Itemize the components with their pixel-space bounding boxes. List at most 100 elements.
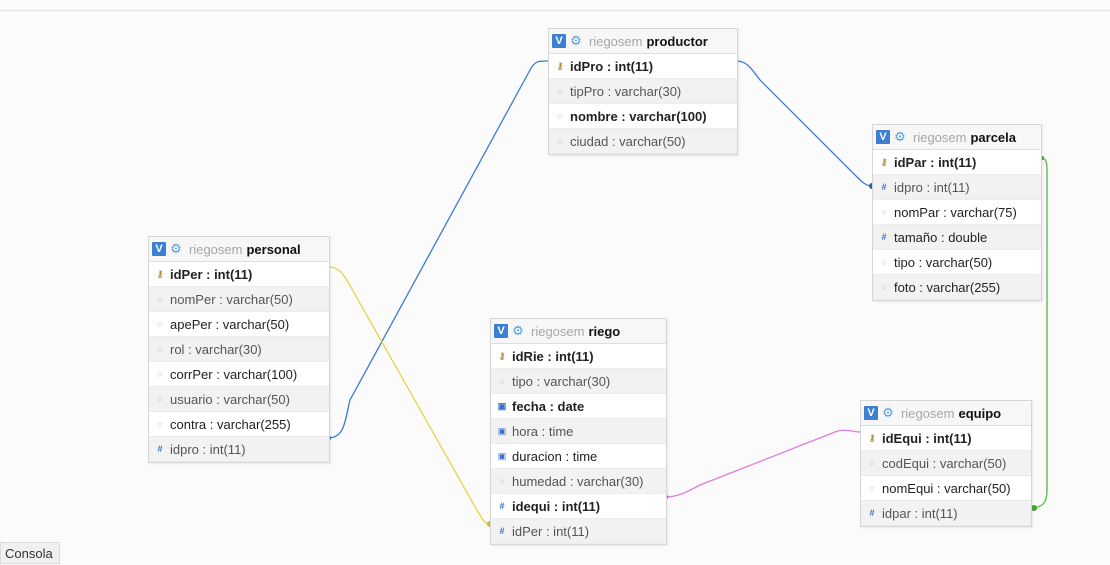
column-row[interactable]: # tamaño : double: [873, 225, 1041, 250]
column-row[interactable]: ○ codEqui : varchar(50): [861, 451, 1031, 476]
column-row[interactable]: ⚷ idPer : int(11): [149, 262, 329, 287]
table-header[interactable]: V ⚙ riegosem personal: [149, 237, 329, 262]
date-icon: ▣: [497, 400, 507, 411]
column-row[interactable]: ○ tipPro : varchar(30): [549, 79, 737, 104]
index-icon: #: [881, 182, 887, 192]
column-row[interactable]: ⚷ idPro : int(11): [549, 54, 737, 79]
column-row[interactable]: ○ usuario : varchar(50): [149, 387, 329, 412]
date-icon: ▣: [497, 425, 507, 436]
gear-icon[interactable]: ⚙: [893, 129, 907, 144]
column-icon: ○: [157, 319, 163, 329]
toggle-columns-button[interactable]: V: [876, 130, 890, 144]
column-row[interactable]: ○ nomEqui : varchar(50): [861, 476, 1031, 501]
column-row[interactable]: ⚷ idPar : int(11): [873, 150, 1041, 175]
database-name: riegosem: [901, 405, 955, 421]
table-name: personal: [246, 241, 301, 257]
column-label: nomPar : varchar(75): [894, 204, 1017, 220]
column-icon: ○: [881, 207, 887, 217]
column-row[interactable]: ⚷ idEqui : int(11): [861, 426, 1031, 451]
column-icon: ○: [499, 476, 505, 486]
index-icon: #: [499, 526, 505, 536]
column-icon: ○: [557, 111, 563, 121]
gear-icon[interactable]: ⚙: [169, 241, 183, 256]
table-name: parcela: [970, 129, 1017, 145]
table-header[interactable]: V ⚙ riegosem parcela: [873, 125, 1041, 150]
key-icon: ⚷: [880, 156, 888, 167]
column-icon: ○: [881, 282, 887, 292]
column-icon: ○: [557, 136, 563, 146]
console-tab[interactable]: Consola: [0, 542, 60, 564]
column-label: idPar : int(11): [894, 154, 977, 170]
column-icon: ○: [157, 369, 163, 379]
column-row[interactable]: ○ humedad : varchar(30): [491, 469, 666, 494]
column-icon: ○: [157, 394, 163, 404]
column-label: idPer : int(11): [512, 523, 590, 539]
column-icon: ○: [499, 376, 505, 386]
column-row[interactable]: # idpro : int(11): [873, 175, 1041, 200]
column-label: ciudad : varchar(50): [570, 133, 686, 149]
column-label: nomPer : varchar(50): [170, 291, 293, 307]
database-name: riegosem: [589, 33, 643, 49]
column-label: idPer : int(11): [170, 266, 253, 282]
table-header[interactable]: V ⚙ riegosem productor: [549, 29, 737, 54]
column-row[interactable]: ○ ciudad : varchar(50): [549, 129, 737, 154]
column-row[interactable]: ▣ duracion : time: [491, 444, 666, 469]
column-row[interactable]: # idequi : int(11): [491, 494, 666, 519]
column-row[interactable]: ○ foto : varchar(255): [873, 275, 1041, 300]
column-row[interactable]: ○ nomPar : varchar(75): [873, 200, 1041, 225]
toggle-columns-button[interactable]: V: [552, 34, 566, 48]
key-icon: ⚷: [498, 350, 506, 361]
column-row[interactable]: ○ corrPer : varchar(100): [149, 362, 329, 387]
column-label: hora : time: [512, 423, 574, 439]
column-row[interactable]: ○ apePer : varchar(50): [149, 312, 329, 337]
column-icon: ○: [557, 86, 563, 96]
gear-icon[interactable]: ⚙: [511, 323, 525, 338]
column-row[interactable]: ○ tipo : varchar(30): [491, 369, 666, 394]
table-header[interactable]: V ⚙ riegosem equipo: [861, 401, 1031, 426]
database-name: riegosem: [913, 129, 967, 145]
toggle-columns-button[interactable]: V: [864, 406, 878, 420]
column-label: humedad : varchar(30): [512, 473, 644, 489]
toggle-columns-button[interactable]: V: [152, 242, 166, 256]
column-icon: ○: [157, 344, 163, 354]
column-row[interactable]: ○ nombre : varchar(100): [549, 104, 737, 129]
table-header[interactable]: V ⚙ riegosem riego: [491, 319, 666, 344]
column-row[interactable]: # idpro : int(11): [149, 437, 329, 462]
column-row[interactable]: ○ contra : varchar(255): [149, 412, 329, 437]
top-divider: [0, 10, 1110, 11]
key-icon: ⚷: [156, 268, 164, 279]
column-row[interactable]: ○ rol : varchar(30): [149, 337, 329, 362]
column-row[interactable]: ○ nomPer : varchar(50): [149, 287, 329, 312]
column-label: nomEqui : varchar(50): [882, 480, 1011, 496]
column-row[interactable]: # idPer : int(11): [491, 519, 666, 544]
gear-icon[interactable]: ⚙: [569, 33, 583, 48]
designer-canvas: V ⚙ riegosem productor ⚷ idPro : int(11) …: [0, 0, 1110, 565]
column-row[interactable]: ▣ fecha : date: [491, 394, 666, 419]
gear-icon[interactable]: ⚙: [881, 405, 895, 420]
column-label: duracion : time: [512, 448, 598, 464]
toggle-columns-button[interactable]: V: [494, 324, 508, 338]
relation-personal-riego: [327, 266, 491, 525]
table-equipo[interactable]: V ⚙ riegosem equipo ⚷ idEqui : int(11) ○ c…: [860, 400, 1032, 527]
table-parcela[interactable]: V ⚙ riegosem parcela ⚷ idPar : int(11) # i…: [872, 124, 1042, 301]
column-row[interactable]: # idpar : int(11): [861, 501, 1031, 526]
column-label: fecha : date: [512, 398, 585, 414]
table-personal[interactable]: V ⚙ riegosem personal ⚷ idPer : int(11) ○…: [148, 236, 330, 463]
column-icon: ○: [157, 294, 163, 304]
database-name: riegosem: [531, 323, 585, 339]
table-name: riego: [588, 323, 621, 339]
column-icon: ○: [869, 483, 875, 493]
column-row[interactable]: ⚷ idRie : int(11): [491, 344, 666, 369]
column-label: tamaño : double: [894, 229, 988, 245]
table-productor[interactable]: V ⚙ riegosem productor ⚷ idPro : int(11) …: [548, 28, 738, 155]
column-label: idpro : int(11): [894, 179, 970, 195]
column-row[interactable]: ▣ hora : time: [491, 419, 666, 444]
table-riego[interactable]: V ⚙ riegosem riego ⚷ idRie : int(11) ○ tip…: [490, 318, 667, 545]
column-label: idRie : int(11): [512, 348, 594, 364]
column-label: idPro : int(11): [570, 58, 654, 74]
column-row[interactable]: ○ tipo : varchar(50): [873, 250, 1041, 275]
date-icon: ▣: [497, 450, 507, 461]
index-icon: #: [157, 444, 163, 454]
database-name: riegosem: [189, 241, 243, 257]
column-label: codEqui : varchar(50): [882, 455, 1007, 471]
